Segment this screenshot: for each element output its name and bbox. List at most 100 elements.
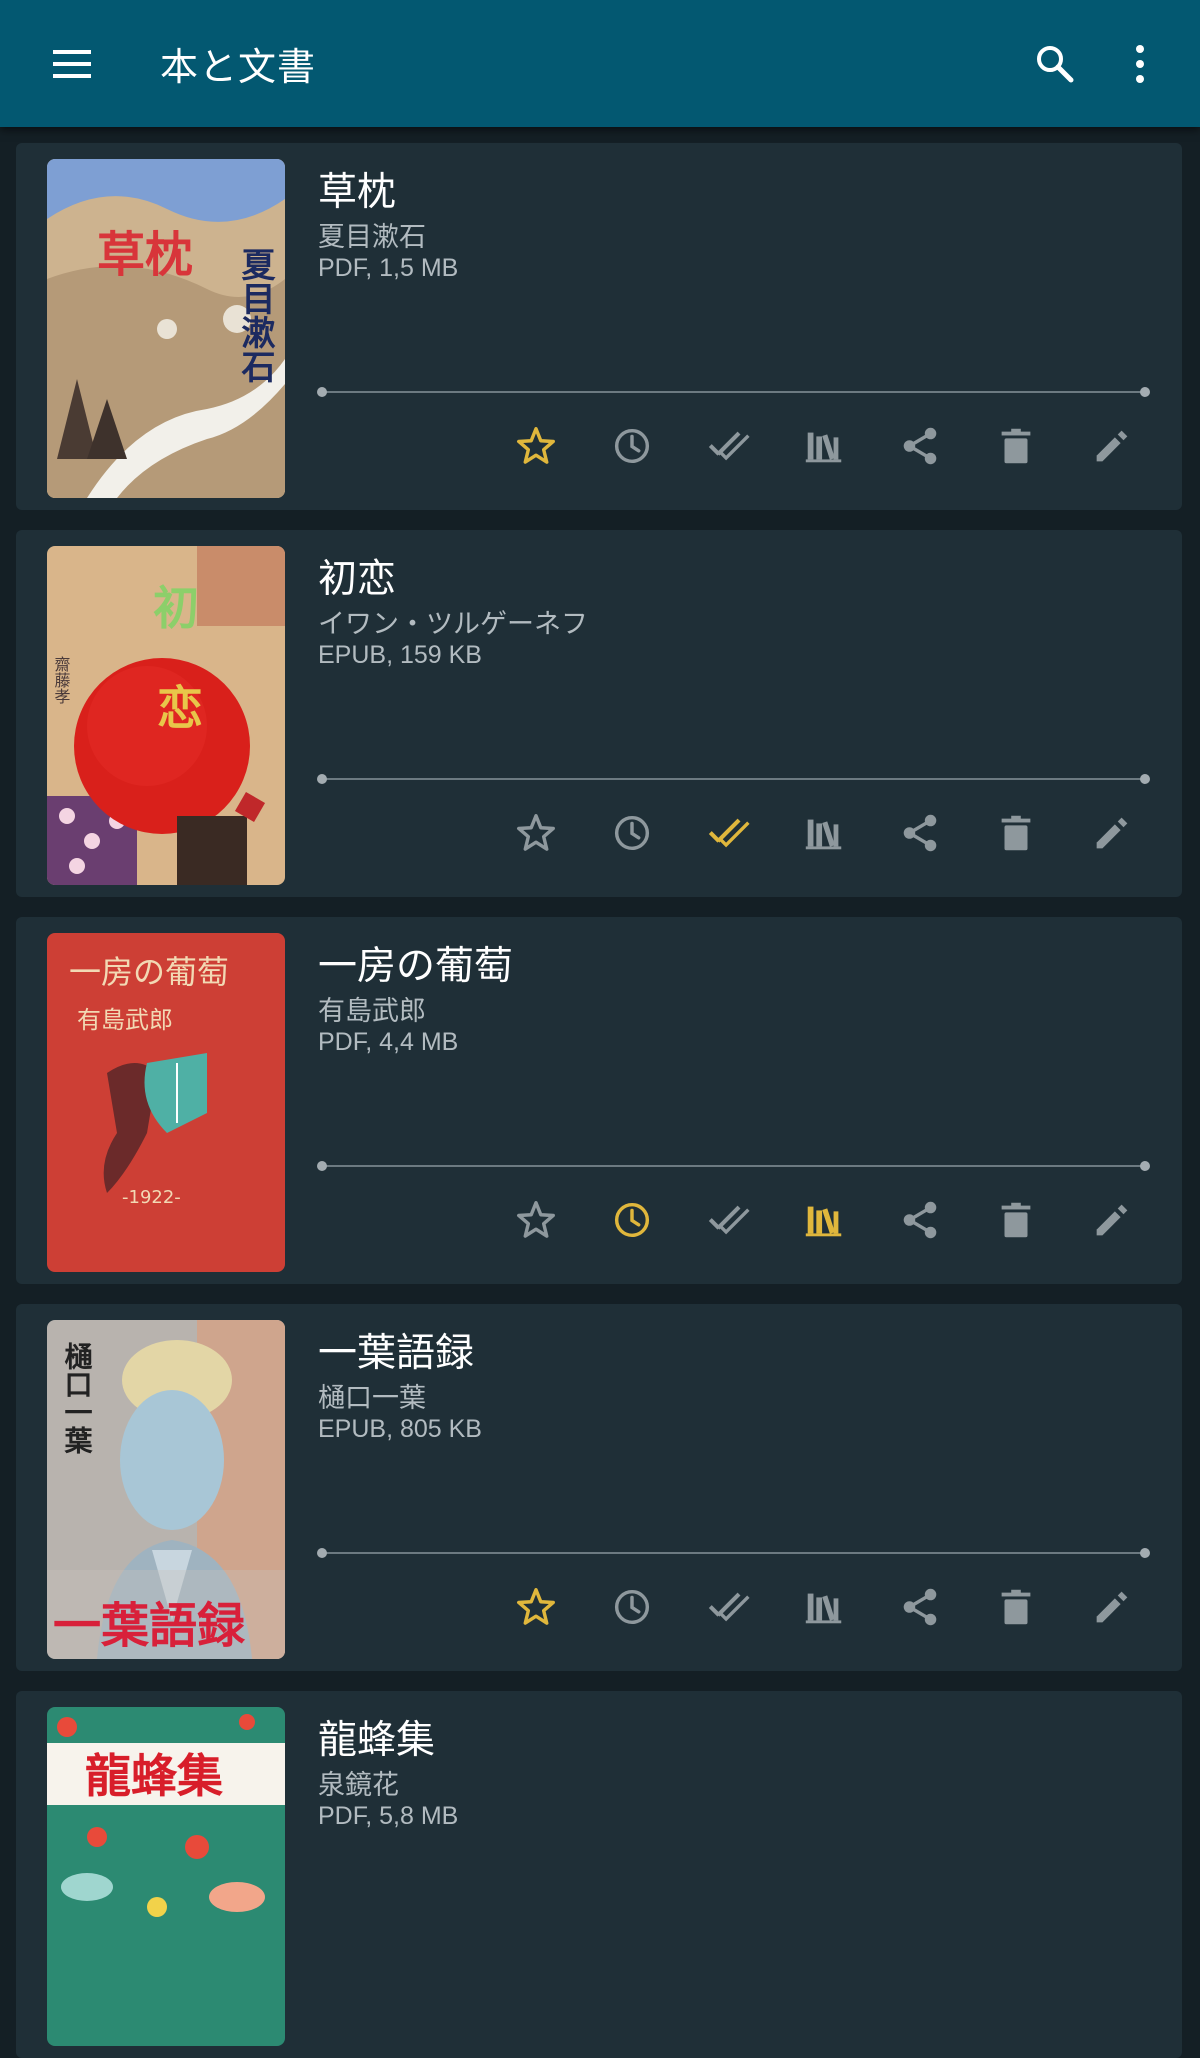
svg-text:有島武郎: 有島武郎	[77, 1006, 173, 1034]
book-format-size: PDF, 5,8 MB	[318, 1802, 459, 1830]
book-card[interactable]: 樋口一葉 一葉語録 一葉語録 樋口一葉 EPUB, 805 KB	[16, 1304, 1182, 1671]
book-cover[interactable]: 龍蜂集	[47, 1707, 285, 2046]
mark-finished-button[interactable]	[698, 1190, 758, 1250]
search-button[interactable]	[1025, 34, 1085, 94]
book-author: 夏目漱石	[318, 222, 426, 253]
svg-text:龍蜂集: 龍蜂集	[85, 1749, 223, 1803]
mark-finished-button[interactable]	[698, 1577, 758, 1637]
book-title: 一葉語録	[318, 1331, 475, 1376]
delete-icon	[1001, 428, 1031, 464]
mark-finished-button[interactable]	[698, 803, 758, 863]
edit-icon	[1096, 817, 1128, 849]
to-read-button[interactable]	[602, 803, 662, 863]
book-format-size: EPUB, 159 KB	[318, 641, 482, 669]
delete-icon	[1001, 815, 1031, 851]
favorite-button[interactable]	[506, 416, 566, 476]
more-vert-icon	[1136, 45, 1144, 83]
edit-icon	[1096, 1204, 1128, 1236]
edit-button[interactable]	[1082, 803, 1142, 863]
done-all-icon	[708, 1592, 750, 1622]
library-icon	[805, 819, 842, 850]
done-all-icon	[708, 818, 750, 848]
book-author: イワン・ツルゲーネフ	[318, 609, 588, 640]
library-icon	[805, 1206, 842, 1237]
share-button[interactable]	[890, 803, 950, 863]
edit-button[interactable]	[1082, 1577, 1142, 1637]
star-icon	[517, 427, 555, 464]
collection-button[interactable]	[794, 416, 854, 476]
book-cover[interactable]: 草枕 夏目漱石	[47, 159, 285, 498]
delete-button[interactable]	[986, 1190, 1046, 1250]
book-card[interactable]: 草枕 夏目漱石 草枕 夏目漱石 PDF, 1,5 MB	[16, 143, 1182, 510]
book-cover[interactable]: 初 恋 齋藤孝	[47, 546, 285, 885]
clock-icon	[614, 815, 650, 851]
collection-button[interactable]	[794, 1577, 854, 1637]
edit-button[interactable]	[1082, 416, 1142, 476]
share-button[interactable]	[890, 1190, 950, 1250]
delete-icon	[1001, 1202, 1031, 1238]
book-author: 泉鏡花	[318, 1770, 399, 1801]
delete-icon	[1001, 1589, 1031, 1625]
delete-button[interactable]	[986, 1577, 1046, 1637]
library-icon	[805, 432, 842, 463]
menu-button[interactable]	[42, 34, 102, 94]
svg-text:-1922-: -1922-	[122, 1187, 181, 1208]
book-actions	[506, 416, 1146, 476]
book-actions	[506, 803, 1146, 863]
reading-progress-slider[interactable]	[317, 774, 1150, 784]
collection-button[interactable]	[794, 1190, 854, 1250]
favorite-button[interactable]	[506, 803, 566, 863]
book-cover[interactable]: 一房の葡萄 有島武郎 -1922-	[47, 933, 285, 1272]
done-all-icon	[708, 1205, 750, 1235]
book-actions	[506, 1577, 1146, 1637]
book-title: 龍蜂集	[318, 1718, 436, 1763]
reading-progress-slider[interactable]	[317, 1548, 1150, 1558]
reading-progress-slider[interactable]	[317, 387, 1150, 397]
svg-text:齋藤孝: 齋藤孝	[52, 656, 71, 704]
collection-button[interactable]	[794, 803, 854, 863]
svg-text:樋口一葉: 樋口一葉	[61, 1341, 94, 1454]
svg-text:初: 初	[153, 581, 199, 635]
progress-end-marker	[1140, 387, 1150, 397]
delete-button[interactable]	[986, 416, 1046, 476]
svg-text:夏目漱石: 夏目漱石	[235, 247, 276, 383]
delete-button[interactable]	[986, 803, 1046, 863]
edit-icon	[1096, 1591, 1128, 1623]
clock-icon	[614, 428, 650, 464]
book-cover[interactable]: 樋口一葉 一葉語録	[47, 1320, 285, 1659]
done-all-icon	[708, 431, 750, 461]
clock-icon	[614, 1202, 650, 1238]
progress-end-marker	[1140, 1548, 1150, 1558]
svg-text:一葉語録: 一葉語録	[53, 1598, 246, 1654]
edit-button[interactable]	[1082, 1190, 1142, 1250]
svg-text:草枕: 草枕	[97, 227, 193, 283]
favorite-button[interactable]	[506, 1577, 566, 1637]
share-button[interactable]	[890, 416, 950, 476]
menu-icon	[53, 50, 91, 78]
share-icon	[903, 1201, 937, 1239]
book-card[interactable]: 初 恋 齋藤孝 初恋 イワン・ツルゲーネフ EPUB, 159 KB	[16, 530, 1182, 897]
book-card[interactable]: 龍蜂集 龍蜂集 泉鏡花 PDF, 5,8 MB	[16, 1691, 1182, 2058]
book-format-size: PDF, 1,5 MB	[318, 254, 459, 282]
share-icon	[903, 427, 937, 465]
share-button[interactable]	[890, 1577, 950, 1637]
mark-finished-button[interactable]	[698, 416, 758, 476]
reading-progress-slider[interactable]	[317, 1161, 1150, 1171]
star-icon	[517, 1201, 555, 1238]
book-card[interactable]: 一房の葡萄 有島武郎 -1922- 一房の葡萄有島武郎 PDF, 4,4 MB	[16, 917, 1182, 1284]
book-title: 一房の葡萄	[318, 944, 514, 989]
book-format-size: PDF, 4,4 MB	[318, 1028, 459, 1056]
svg-text:一房の葡萄: 一房の葡萄	[69, 953, 229, 991]
progress-start-marker	[317, 1548, 327, 1558]
share-icon	[903, 814, 937, 852]
app-bar: 本と文書	[0, 0, 1200, 127]
book-author: 樋口一葉	[318, 1383, 426, 1414]
share-icon	[903, 1588, 937, 1626]
favorite-button[interactable]	[506, 1190, 566, 1250]
more-options-button[interactable]	[1110, 34, 1170, 94]
to-read-button[interactable]	[602, 416, 662, 476]
star-icon	[517, 814, 555, 851]
to-read-button[interactable]	[602, 1577, 662, 1637]
to-read-button[interactable]	[602, 1190, 662, 1250]
book-actions	[506, 1190, 1146, 1250]
